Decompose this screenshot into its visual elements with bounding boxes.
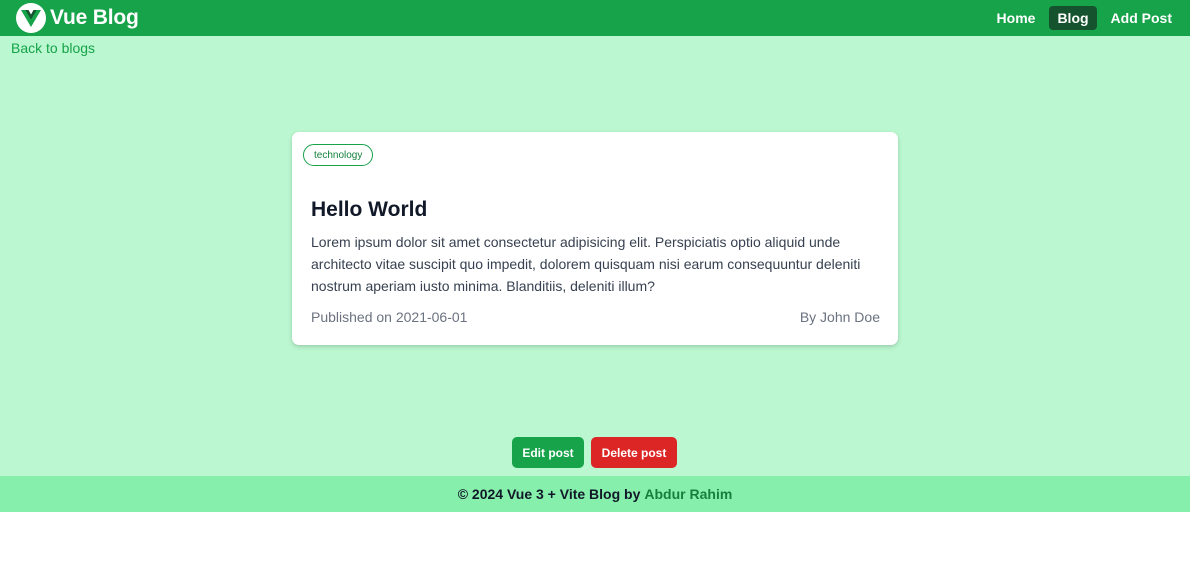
- post-actions: Edit post Delete post: [512, 437, 677, 468]
- top-navbar: Vue Blog Home Blog Add Post: [0, 0, 1190, 36]
- post-author: By John Doe: [799, 309, 880, 325]
- delete-post-button[interactable]: Delete post: [591, 437, 677, 468]
- vue-logo-icon: [16, 3, 46, 33]
- edit-post-button[interactable]: Edit post: [512, 437, 584, 468]
- footer-author-link[interactable]: Abdur Rahim: [644, 486, 732, 502]
- post-card: technology Hello World Lorem ipsum dolor…: [292, 132, 898, 345]
- back-to-blogs-link[interactable]: Back to blogs: [11, 40, 95, 56]
- brand-link[interactable]: Vue Blog: [16, 3, 139, 33]
- main-content: Back to blogs technology Hello World Lor…: [0, 36, 1190, 476]
- post-tag[interactable]: technology: [303, 144, 374, 166]
- post-published-date: Published on 2021-06-01: [311, 309, 468, 325]
- post-title: Hello World: [311, 198, 428, 221]
- nav-blog-link[interactable]: Blog: [1049, 6, 1097, 30]
- main-nav: Home Blog Add Post: [989, 6, 1180, 30]
- footer-text: © 2024 Vue 3 + Vite Blog by: [457, 486, 641, 502]
- page-footer: © 2024 Vue 3 + Vite Blog by Abdur Rahim: [0, 476, 1190, 512]
- nav-home-link[interactable]: Home: [989, 6, 1044, 30]
- nav-add-post-link[interactable]: Add Post: [1103, 6, 1180, 30]
- post-body: Lorem ipsum dolor sit amet consectetur a…: [311, 234, 861, 294]
- brand-title: Vue Blog: [50, 6, 139, 29]
